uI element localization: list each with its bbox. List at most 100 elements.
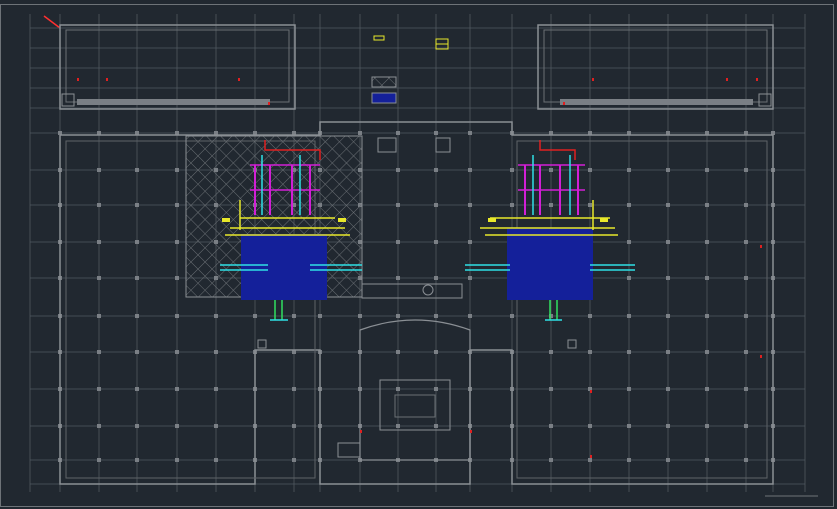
column-marker [468,131,472,135]
column-marker [510,168,514,172]
column-marker [666,458,670,462]
equipment-blocks [241,228,593,300]
top-right-wing [537,24,774,110]
column-marker [549,424,553,428]
column-marker [135,168,139,172]
column-marker [396,276,400,280]
column-marker [292,424,296,428]
column-marker [627,276,631,280]
column-marker [434,424,438,428]
column-marker [549,203,553,207]
column-marker [175,314,179,318]
axis-grid [29,14,806,492]
column-marker [744,350,748,354]
column-marker [705,350,709,354]
column-marker [175,424,179,428]
column-marker [705,203,709,207]
column-marker [588,203,592,207]
column-marker [292,387,296,391]
floor-plan-canvas[interactable] [0,0,837,509]
red-marker [268,102,270,105]
red-marker [760,355,762,358]
column-marker [468,168,472,172]
column-marker [396,314,400,318]
column-marker [666,387,670,391]
column-marker [434,350,438,354]
column-marker [627,350,631,354]
column-marker [549,458,553,462]
column-marker [705,314,709,318]
legend-blocks [371,35,449,104]
column-marker [744,203,748,207]
red-marker [77,78,79,81]
column-marker [135,387,139,391]
column-marker [666,350,670,354]
column-marker [666,276,670,280]
red-marker [760,245,762,248]
column-marker [627,314,631,318]
column-marker [744,458,748,462]
column-marker [214,350,218,354]
column-marker [705,387,709,391]
column-marker [434,240,438,244]
column-marker [627,168,631,172]
column-marker [97,276,101,280]
column-marker [666,240,670,244]
column-marker [97,350,101,354]
column-marker [588,424,592,428]
column-marker [292,314,296,318]
column-marker [97,424,101,428]
red-marker [106,78,108,81]
column-marker [396,424,400,428]
column-marker [97,168,101,172]
column-marker [358,131,362,135]
column-marker [627,240,631,244]
column-marker [627,458,631,462]
column-marker [135,314,139,318]
column-marker [175,203,179,207]
red-marker [756,78,758,81]
column-marker [627,203,631,207]
column-marker [744,387,748,391]
main-building [59,121,774,485]
column-marker [588,458,592,462]
column-marker [510,314,514,318]
column-marker [97,240,101,244]
column-marker [434,276,438,280]
red-marker [360,430,362,433]
column-marker [135,424,139,428]
column-marker [175,458,179,462]
column-marker [549,350,553,354]
column-marker [744,168,748,172]
column-marker [468,314,472,318]
column-marker [358,314,362,318]
column-marker [510,203,514,207]
column-marker [214,458,218,462]
column-marker [396,131,400,135]
column-marker [468,240,472,244]
column-marker [396,240,400,244]
column-marker [396,350,400,354]
column-marker [434,387,438,391]
column-marker [318,314,322,318]
column-marker [434,314,438,318]
column-marker [666,168,670,172]
column-marker [214,314,218,318]
column-marker [666,203,670,207]
column-marker [705,458,709,462]
column-marker [97,203,101,207]
column-marker [135,203,139,207]
column-marker [666,424,670,428]
column-marker [588,168,592,172]
column-marker [588,314,592,318]
column-marker [468,276,472,280]
column-marker [705,276,709,280]
column-marker [214,387,218,391]
cad-drawing-viewport[interactable] [0,0,837,509]
top-left-wing [59,24,296,110]
column-marker [135,458,139,462]
column-marker [175,168,179,172]
column-marker [549,387,553,391]
red-marker [238,78,240,81]
column-marker [666,314,670,318]
